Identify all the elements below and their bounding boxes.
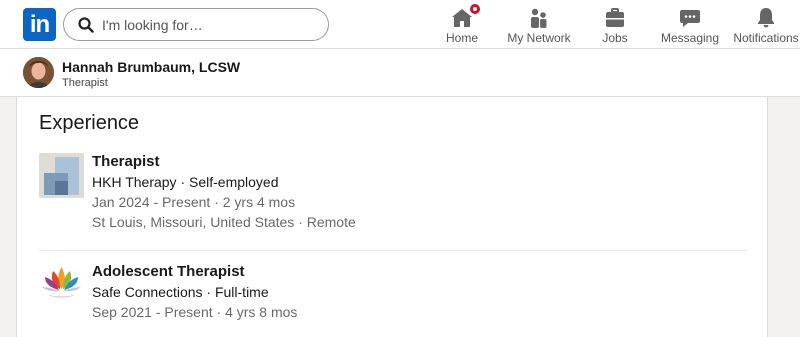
linkedin-logo[interactable]: in [23, 8, 56, 41]
job-title[interactable]: Therapist [92, 153, 160, 170]
chat-icon [680, 10, 700, 27]
experience-section: Experience Therapist HKH Therapy · Self-… [16, 97, 768, 337]
notification-badge [468, 2, 482, 16]
avatar[interactable] [23, 57, 54, 88]
divider [39, 250, 747, 251]
bell-icon [758, 8, 774, 28]
job-title[interactable]: Adolescent Therapist [92, 263, 245, 280]
briefcase-icon [606, 8, 624, 27]
search-input[interactable] [102, 13, 317, 37]
nav-item-jobs[interactable]: Jobs [595, 4, 635, 48]
profile-headline: Therapist [62, 77, 108, 89]
nav-item-label: Jobs [602, 31, 628, 45]
job-dates: Jan 2024 - Present · 2 yrs 4 mos [92, 194, 296, 210]
profile-name: Hannah Brumbaum, LCSW [62, 59, 241, 75]
nav-item-label: Notifications [733, 31, 799, 45]
search-box[interactable] [63, 8, 329, 41]
company-logo[interactable] [39, 263, 84, 308]
company-name: HKH Therapy · Self-employed [92, 174, 279, 190]
section-title: Experience [39, 112, 140, 134]
experience-item: Adolescent Therapist Safe Connections · … [39, 263, 749, 323]
nav-item-home[interactable]: Home [438, 2, 486, 48]
global-nav: in Home My Network Jobs [0, 0, 800, 49]
lotus-logo-icon [39, 263, 84, 308]
nav-item-label: My Network [507, 31, 571, 45]
nav-item-notifications[interactable]: Notifications [732, 4, 800, 48]
avatar-photo [23, 57, 54, 88]
company-name: Safe Connections · Full-time [92, 284, 269, 300]
nav-item-my-network[interactable]: My Network [503, 4, 575, 48]
company-placeholder-icon [39, 153, 84, 198]
company-logo[interactable] [39, 153, 84, 198]
experience-item: Therapist HKH Therapy · Self-employed Ja… [39, 153, 749, 233]
people-icon [531, 8, 547, 28]
nav-item-label: Home [445, 31, 478, 45]
job-location: St Louis, Missouri, United States · Remo… [92, 214, 356, 230]
job-dates: Sep 2021 - Present · 4 yrs 8 mos [92, 304, 298, 320]
profile-sticky-header: Hannah Brumbaum, LCSW Therapist [0, 49, 800, 97]
nav-item-messaging[interactable]: Messaging [660, 4, 720, 48]
search-icon [78, 17, 94, 33]
nav-item-label: Messaging [660, 31, 720, 45]
